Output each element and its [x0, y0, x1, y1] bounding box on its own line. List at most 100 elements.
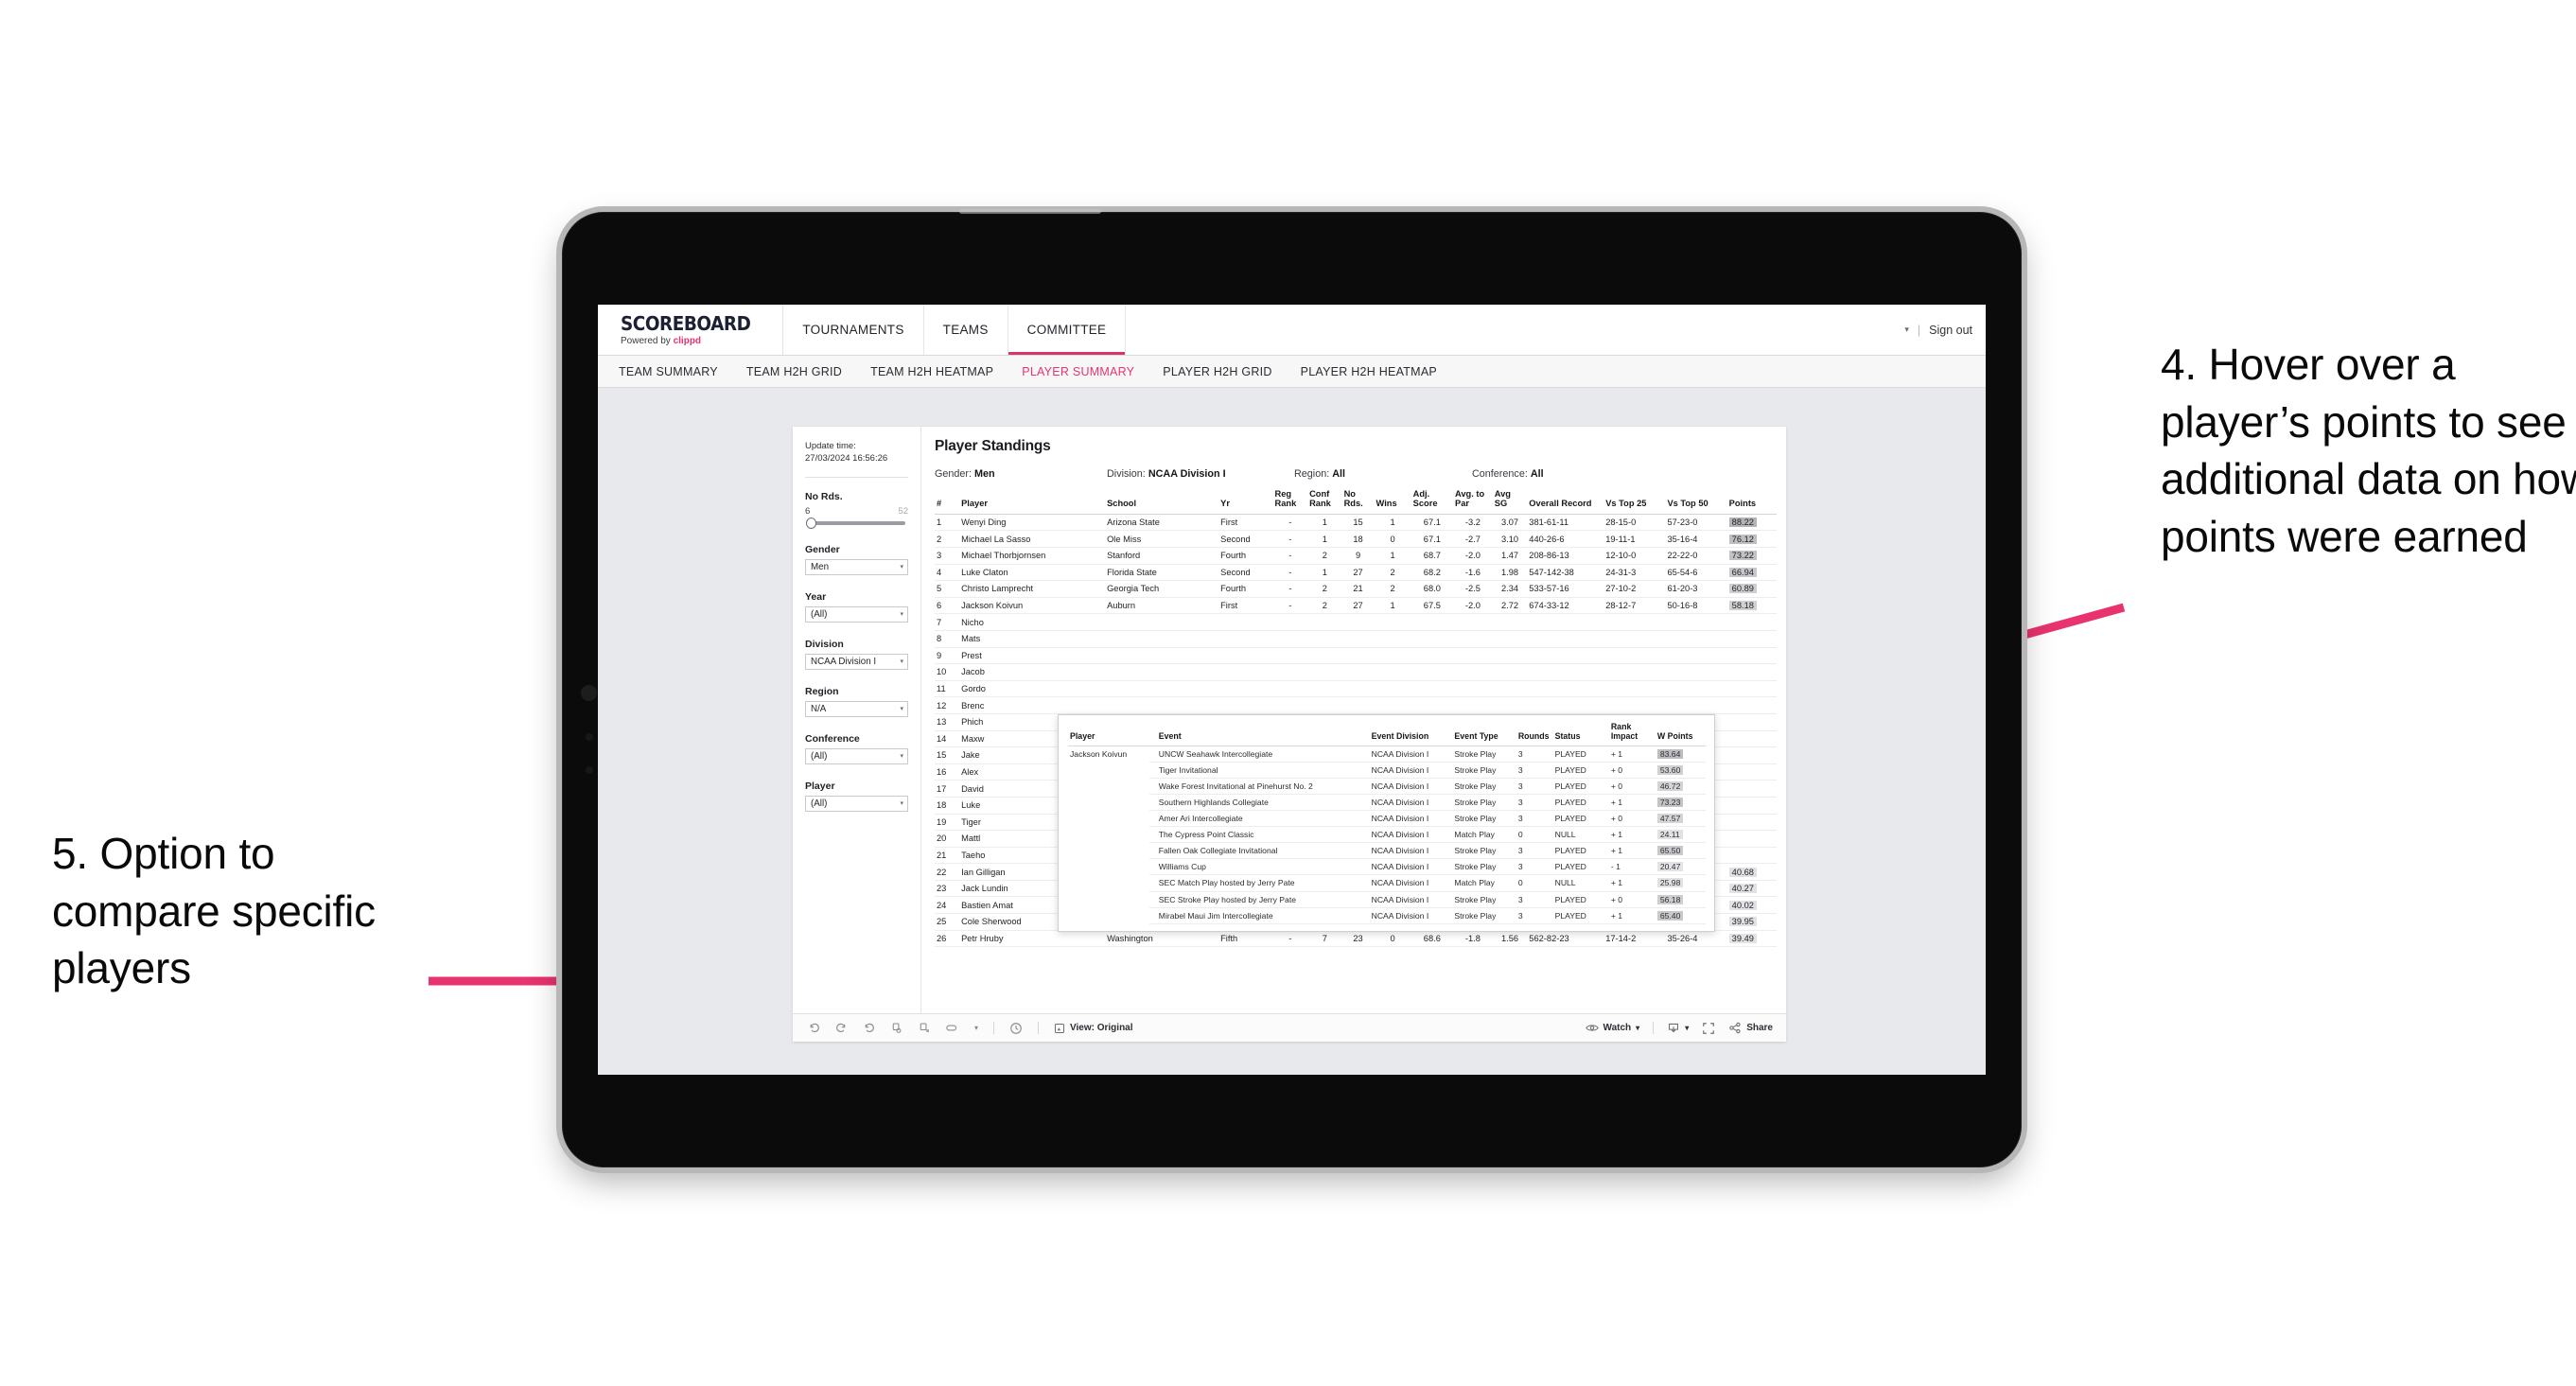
player-select[interactable]: (All) ▾ [805, 795, 908, 812]
table-row[interactable]: 11 Gordo [935, 680, 1777, 698]
revert-icon[interactable] [863, 1022, 875, 1034]
view-original-button[interactable]: View: Original [1054, 1023, 1133, 1034]
gender-filter[interactable]: Gender Men ▾ [805, 544, 908, 575]
cell-rec: 381-61-11 [1527, 514, 1604, 532]
tab-player-summary[interactable]: PLAYER SUMMARY [1022, 365, 1134, 378]
table-row[interactable]: 7 Nicho [935, 613, 1777, 631]
gender-select[interactable]: Men ▾ [805, 558, 908, 575]
tab-team-h2h-grid[interactable]: TEAM H2H GRID [746, 365, 842, 378]
cell-num: 15 [935, 746, 960, 764]
conference-filter[interactable]: Conference (All) ▾ [805, 733, 908, 764]
sign-out-link[interactable]: Sign out [1929, 324, 1972, 337]
custom-view-icon[interactable] [945, 1022, 959, 1034]
col-vs-top-50[interactable]: Vs Top 50 [1665, 489, 1727, 515]
cell-num: 23 [935, 880, 960, 898]
alerts-icon[interactable] [1009, 1022, 1023, 1035]
brand-logo[interactable]: SCOREBOARD Powered by clippd [598, 305, 784, 355]
year-select[interactable]: (All) ▾ [805, 605, 908, 623]
region-filter[interactable]: Region N/A ▾ [805, 686, 908, 717]
year-filter[interactable]: Year (All) ▾ [805, 591, 908, 623]
points-value[interactable]: 73.22 [1728, 551, 1757, 561]
col-adj-score[interactable]: Adj. Score [1411, 489, 1454, 515]
tooltip-cell-type: Match Play [1452, 874, 1516, 892]
col-vs-top-25[interactable]: Vs Top 25 [1603, 489, 1666, 515]
points-value[interactable]: 39.95 [1728, 917, 1757, 927]
region-select[interactable]: N/A ▾ [805, 700, 908, 717]
powered-by-text: Powered by [621, 335, 674, 346]
points-value[interactable]: 40.27 [1728, 884, 1757, 894]
tab-team-h2h-heatmap[interactable]: TEAM H2H HEATMAP [870, 365, 993, 378]
cell-wins [1374, 630, 1411, 648]
no-rounds-filter[interactable]: No Rds. 6 52 [805, 491, 908, 529]
nav-item-committee[interactable]: COMMITTEE [1008, 305, 1127, 355]
col-school[interactable]: School [1105, 489, 1219, 515]
cell-t50 [1665, 680, 1727, 698]
division-filter[interactable]: Division NCAA Division I ▾ [805, 639, 908, 670]
col-player[interactable]: Player [959, 489, 1106, 515]
viz-toolbar: ▾ View: Original Watch ▾ ▾ Share [793, 1013, 1786, 1042]
download-button[interactable]: ▾ [1667, 1022, 1689, 1034]
col-avg-to-par[interactable]: Avg. to Par [1453, 489, 1493, 515]
refresh-icon[interactable] [890, 1022, 902, 1034]
table-row[interactable]: 10 Jacob [935, 663, 1777, 681]
table-row[interactable]: 5 Christo Lamprecht Georgia Tech Fourth -2 21… [935, 580, 1777, 598]
points-value[interactable]: 40.02 [1728, 900, 1757, 910]
redo-icon[interactable] [835, 1022, 848, 1034]
col-points[interactable]: Points [1726, 489, 1777, 515]
player-value: (All) [811, 798, 828, 809]
col-no-rds[interactable]: No Rds. [1341, 489, 1375, 515]
cell-par [1453, 696, 1493, 714]
player-filter[interactable]: Player (All) ▾ [805, 781, 908, 812]
undo-icon[interactable] [808, 1022, 820, 1034]
points-value[interactable]: 76.12 [1728, 534, 1757, 544]
cell-sg [1492, 680, 1528, 698]
col-overall-record[interactable]: Overall Record [1527, 489, 1604, 515]
tooltip-cell-points: 65.40 [1655, 907, 1706, 924]
col-reg-rank[interactable]: Reg Rank [1272, 489, 1308, 515]
tooltip-row: SEC Match Play hosted by Jerry Pate NCAA … [1068, 874, 1706, 892]
share-button[interactable]: Share [1728, 1022, 1773, 1034]
chevron-down-icon[interactable]: ▾ [1904, 325, 1909, 335]
col-conf-rank[interactable]: Conf Rank [1307, 489, 1342, 515]
conference-select[interactable]: (All) ▾ [805, 747, 908, 764]
tooltip-cell-player [1068, 778, 1149, 794]
tooltip-cell-points: 47.57 [1655, 810, 1706, 828]
table-row[interactable]: 9 Prest [935, 647, 1777, 665]
meta-gender: Gender: Men [935, 468, 1107, 480]
points-value[interactable]: 39.49 [1728, 933, 1757, 943]
tab-player-h2h-grid[interactable]: PLAYER H2H GRID [1163, 365, 1271, 378]
slider-handle[interactable] [806, 517, 816, 529]
points-value[interactable]: 88.22 [1728, 518, 1757, 528]
meta-gender-value: Men [974, 468, 995, 480]
table-row[interactable]: 2 Michael La Sasso Ole Miss Second -1 18 0 67.1… [935, 530, 1777, 548]
points-value[interactable]: 40.68 [1728, 867, 1757, 877]
nav-item-teams[interactable]: TEAMS [924, 305, 1008, 355]
table-row[interactable]: 1 Wenyi Ding Arizona State First -1 15 1 67.1 -3… [935, 514, 1777, 532]
chevron-down-icon[interactable]: ▾ [974, 1024, 978, 1032]
table-row[interactable]: 6 Jackson Koivun Auburn First -2 27 1 67.5 -2.0 2… [935, 597, 1777, 615]
col-wins[interactable]: Wins [1374, 489, 1411, 515]
points-value[interactable]: 58.18 [1728, 601, 1757, 611]
col-yr[interactable]: Yr [1218, 489, 1273, 515]
pause-auto-update-icon[interactable] [918, 1022, 930, 1034]
col-avg-sg[interactable]: Avg SG [1492, 489, 1528, 515]
table-row[interactable]: 26 Petr Hruby Washington Fifth -7 23 0 68.6 -1.8… [935, 930, 1777, 948]
table-row[interactable]: 8 Mats [935, 630, 1777, 648]
table-row[interactable]: 3 Michael Thorbjornsen Stanford Fourth -2 9 1 6… [935, 547, 1777, 565]
share-label: Share [1746, 1023, 1773, 1033]
table-row[interactable]: 12 Brenc [935, 696, 1777, 714]
table-row[interactable]: 4 Luke Claton Florida State Second -1 27 2 68.2… [935, 564, 1777, 582]
fullscreen-icon[interactable] [1702, 1022, 1715, 1035]
toolbar-right-group: Watch ▾ ▾ Share [1585, 1022, 1773, 1035]
chevron-down-icon: ▾ [900, 753, 903, 761]
points-value[interactable]: 66.94 [1728, 567, 1757, 577]
tab-player-h2h-heatmap[interactable]: PLAYER H2H HEATMAP [1301, 365, 1437, 378]
eye-icon [1585, 1025, 1599, 1031]
tab-team-summary[interactable]: TEAM SUMMARY [619, 365, 718, 378]
division-select[interactable]: NCAA Division I ▾ [805, 653, 908, 670]
watch-button[interactable]: Watch ▾ [1585, 1023, 1639, 1033]
points-value[interactable]: 60.89 [1728, 584, 1757, 594]
nav-item-tournaments[interactable]: TOURNAMENTS [783, 305, 924, 355]
slider-track[interactable] [806, 517, 905, 529]
col-rank[interactable]: # [935, 489, 960, 515]
